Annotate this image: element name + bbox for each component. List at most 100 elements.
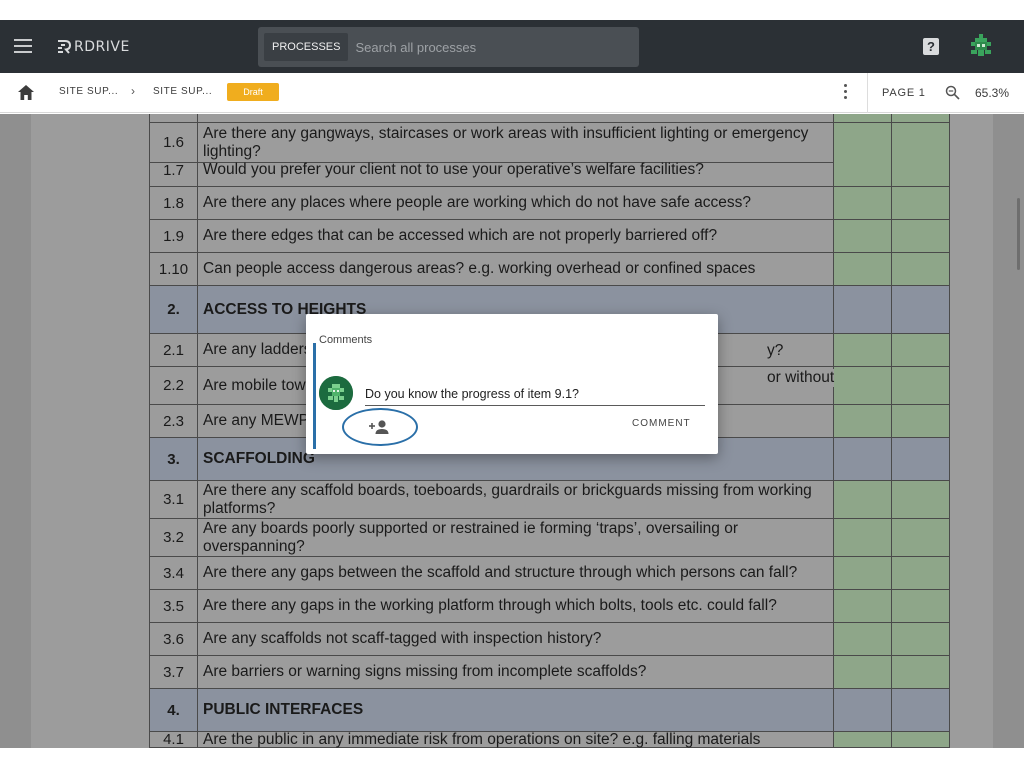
section-header-row: 4. PUBLIC INTERFACES — [149, 689, 950, 732]
yes-checkbox-cell[interactable] — [834, 590, 892, 622]
table-row: 3.4 Are there any gaps between the scaffo… — [149, 557, 950, 590]
row-number: 2.3 — [149, 405, 198, 437]
no-checkbox-cell[interactable] — [892, 557, 950, 589]
kebab-icon[interactable] — [842, 84, 848, 102]
yes-checkbox-cell[interactable] — [834, 253, 892, 285]
no-checkbox-cell[interactable] — [892, 481, 950, 518]
no-checkbox-cell[interactable] — [892, 438, 950, 480]
avatar — [319, 376, 353, 410]
row-number: 2.1 — [149, 334, 198, 366]
zoom-level[interactable]: 65.3% — [975, 86, 1009, 100]
yes-checkbox-cell[interactable] — [834, 438, 892, 480]
avatar-icon[interactable] — [967, 32, 995, 60]
yes-checkbox-cell[interactable] — [834, 481, 892, 518]
yes-checkbox-cell[interactable] — [834, 405, 892, 437]
yes-checkbox-cell[interactable] — [834, 623, 892, 655]
dialog-accent-bar — [313, 343, 316, 449]
zoom-icon[interactable] — [945, 85, 960, 100]
bottom-strip — [0, 748, 1024, 768]
yes-checkbox-cell[interactable] — [834, 367, 892, 404]
row-number: 2.2 — [149, 367, 198, 404]
dialog-title: Comments — [319, 334, 373, 346]
no-checkbox-cell[interactable] — [892, 334, 950, 366]
home-icon[interactable] — [18, 85, 34, 100]
row-question: Are there edges that can be accessed whi… — [198, 220, 834, 252]
processes-button[interactable]: PROCESSES — [264, 33, 349, 61]
yes-checkbox-cell[interactable] — [834, 187, 892, 219]
logo[interactable]: RDRIVE — [56, 37, 130, 57]
row-question: Are barriers or warning signs missing fr… — [198, 656, 834, 688]
row-question-tail: or without — [763, 369, 835, 387]
breadcrumb-separator: › — [131, 84, 135, 98]
menu-icon[interactable] — [14, 39, 32, 53]
avatar-icon — [319, 376, 353, 410]
yes-checkbox-cell[interactable] — [834, 114, 892, 122]
no-checkbox-cell[interactable] — [892, 114, 950, 122]
row-question: Are there any places where people are wo… — [198, 187, 834, 219]
no-checkbox-cell[interactable] — [892, 154, 950, 186]
row-question: PUBLIC INTERFACES — [198, 689, 834, 731]
no-checkbox-cell[interactable] — [892, 590, 950, 622]
no-checkbox-cell[interactable] — [892, 253, 950, 285]
no-checkbox-cell[interactable] — [892, 656, 950, 688]
row-question: Are any boards poorly supported or restr… — [198, 519, 834, 556]
table-row: 3.6 Are any scaffolds not scaff-tagged wi… — [149, 623, 950, 656]
row-question: Are there any gaps between the scaffold … — [198, 557, 834, 589]
help-icon[interactable]: ? — [923, 38, 939, 55]
row-number: 3.4 — [149, 557, 198, 589]
yes-checkbox-cell[interactable] — [834, 154, 892, 186]
breadcrumb-item-1[interactable]: SITE SUP... — [59, 86, 118, 97]
row-question: Would you prefer your client not to use … — [198, 154, 834, 186]
table-row: 3.2 Are any boards poorly supported or re… — [149, 519, 950, 557]
add-person-icon — [369, 420, 389, 434]
row-number — [149, 114, 198, 122]
yes-checkbox-cell[interactable] — [834, 689, 892, 731]
no-checkbox-cell[interactable] — [892, 689, 950, 731]
app-bar: RDRIVE PROCESSES ? — [0, 20, 1024, 73]
comments-dialog: Comments COMMENT — [306, 314, 718, 454]
row-number: 2. — [149, 286, 198, 333]
yes-checkbox-cell[interactable] — [834, 334, 892, 366]
status-badge: Draft — [227, 83, 279, 101]
logo-text: RDRIVE — [74, 39, 130, 55]
no-checkbox-cell[interactable] — [892, 187, 950, 219]
yes-checkbox-cell[interactable] — [834, 220, 892, 252]
yes-checkbox-cell[interactable] — [834, 519, 892, 556]
add-person-button[interactable] — [342, 408, 418, 446]
no-checkbox-cell[interactable] — [892, 220, 950, 252]
row-number: 3.1 — [149, 481, 198, 518]
no-checkbox-cell[interactable] — [892, 367, 950, 404]
no-checkbox-cell[interactable] — [892, 519, 950, 556]
no-checkbox-cell[interactable] — [892, 405, 950, 437]
search-bar: PROCESSES — [258, 27, 639, 67]
table-row: 1.10 Can people access dangerous areas? e… — [149, 253, 950, 286]
yes-checkbox-cell[interactable] — [834, 732, 892, 747]
search-input[interactable] — [355, 39, 639, 55]
row-number: 1.7 — [149, 154, 198, 186]
yes-checkbox-cell[interactable] — [834, 557, 892, 589]
row-question: Are there any scaffold boards, toeboards… — [198, 481, 834, 518]
table-row: 1.8 Are there any places where people are… — [149, 187, 950, 220]
row-number: 1.8 — [149, 187, 198, 219]
no-checkbox-cell[interactable] — [892, 286, 950, 333]
row-question: Are there any gaps in the working platfo… — [198, 590, 834, 622]
comment-input[interactable] — [365, 382, 705, 406]
no-checkbox-cell[interactable] — [892, 732, 950, 747]
yes-checkbox-cell[interactable] — [834, 286, 892, 333]
table-row: 3.7 Are barriers or warning signs missing… — [149, 656, 950, 689]
table-row: 3.5 Are there any gaps in the working pla… — [149, 590, 950, 623]
toolbar-divider — [867, 73, 868, 113]
comment-submit-button[interactable]: COMMENT — [632, 418, 691, 429]
row-number: 4. — [149, 689, 198, 731]
row-question: Are the public in any immediate risk fro… — [198, 731, 834, 748]
row-number: 4.1 — [149, 731, 198, 748]
no-checkbox-cell[interactable] — [892, 623, 950, 655]
row-number: 3.7 — [149, 656, 198, 688]
row-number: 3.6 — [149, 623, 198, 655]
table-row: 4.1 Are the public in any immediate risk … — [149, 731, 950, 748]
row-number: 3. — [149, 438, 198, 480]
scrollbar[interactable] — [1017, 198, 1020, 270]
yes-checkbox-cell[interactable] — [834, 656, 892, 688]
breadcrumb-item-2[interactable]: SITE SUP... — [153, 86, 212, 97]
document-toolbar: SITE SUP... › SITE SUP... Draft PAGE 1 6… — [0, 73, 1024, 113]
